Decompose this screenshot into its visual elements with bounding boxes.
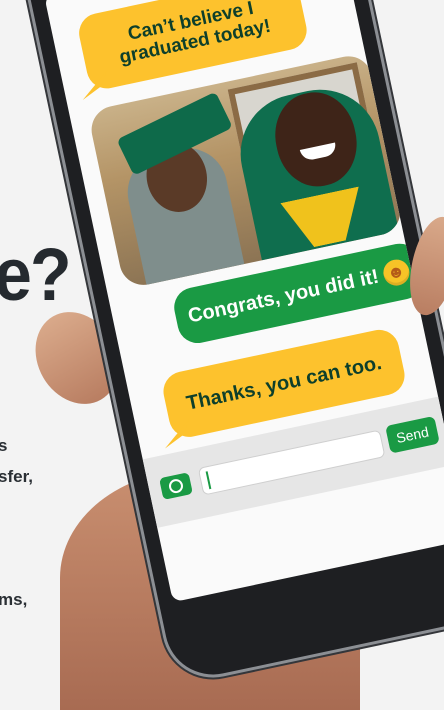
message-text: Congrats, you did it!: [186, 265, 381, 328]
smiling-face-emoji-icon: ☻: [380, 257, 412, 289]
background-headline: e?: [0, 233, 72, 316]
send-button[interactable]: Send: [385, 415, 440, 454]
background-text-line: s: [0, 436, 8, 455]
text-caret: [205, 471, 212, 490]
camera-icon[interactable]: [159, 472, 193, 500]
background-text-line: ms,: [0, 590, 28, 609]
background-text-line: sfer,: [0, 467, 33, 486]
message-input[interactable]: [197, 429, 386, 496]
message-text: Thanks, you can too.: [184, 351, 384, 415]
